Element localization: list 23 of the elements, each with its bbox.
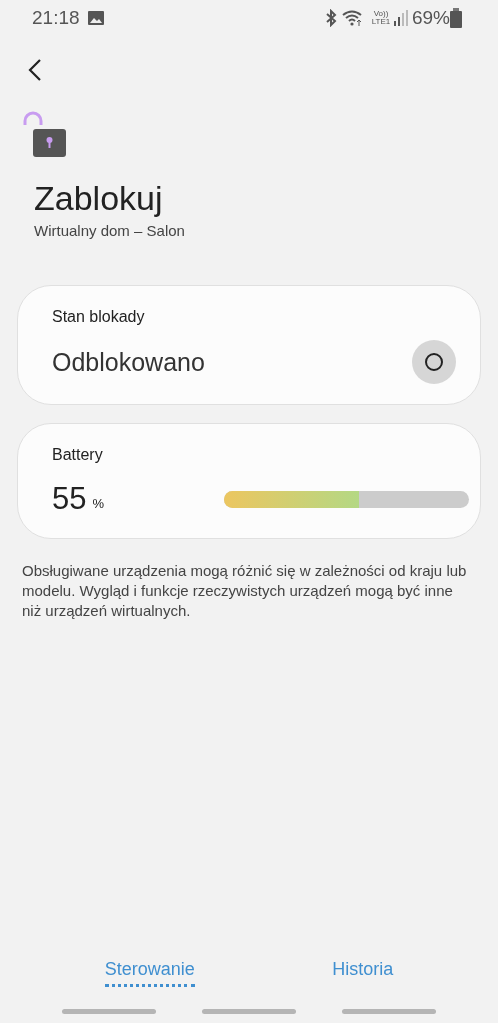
battery-value: 55 [52,481,87,517]
lock-toggle-button[interactable] [412,340,456,384]
clock: 21:18 [32,7,80,29]
page-title: Zablokuj [34,179,163,218]
circle-icon [425,353,443,371]
nav-handle[interactable] [62,1009,156,1014]
nav-handle[interactable] [202,1009,296,1014]
tab[interactable]: Historia [332,955,394,987]
image-icon [87,11,104,25]
unit-label: % [92,495,105,511]
back-icon [28,58,42,82]
nav-handle[interactable] [342,1009,436,1014]
tab[interactable]: Sterowanie [104,955,195,987]
page-subtitle: Wirtualny dom – Salon [34,222,186,239]
card-label: Stan blokady [52,308,146,326]
card-label: Battery [52,446,104,464]
disclaimer-text: Obsługiwane urządzenia mogą różnić się w zależności od kraju lub modelu. Wygląd i funkcje rzeczywistych urządzeń mogą być inne niż urządzeń wirtualnych. [22,561,468,621]
wifi-icon [341,10,364,26]
battery-percent: 69% [411,7,450,29]
signal-icon [393,10,408,26]
network-label: Vo)) LTE1 [370,10,392,26]
battery-icon [450,8,462,28]
lock-state-value: Odblokowano [52,347,205,377]
